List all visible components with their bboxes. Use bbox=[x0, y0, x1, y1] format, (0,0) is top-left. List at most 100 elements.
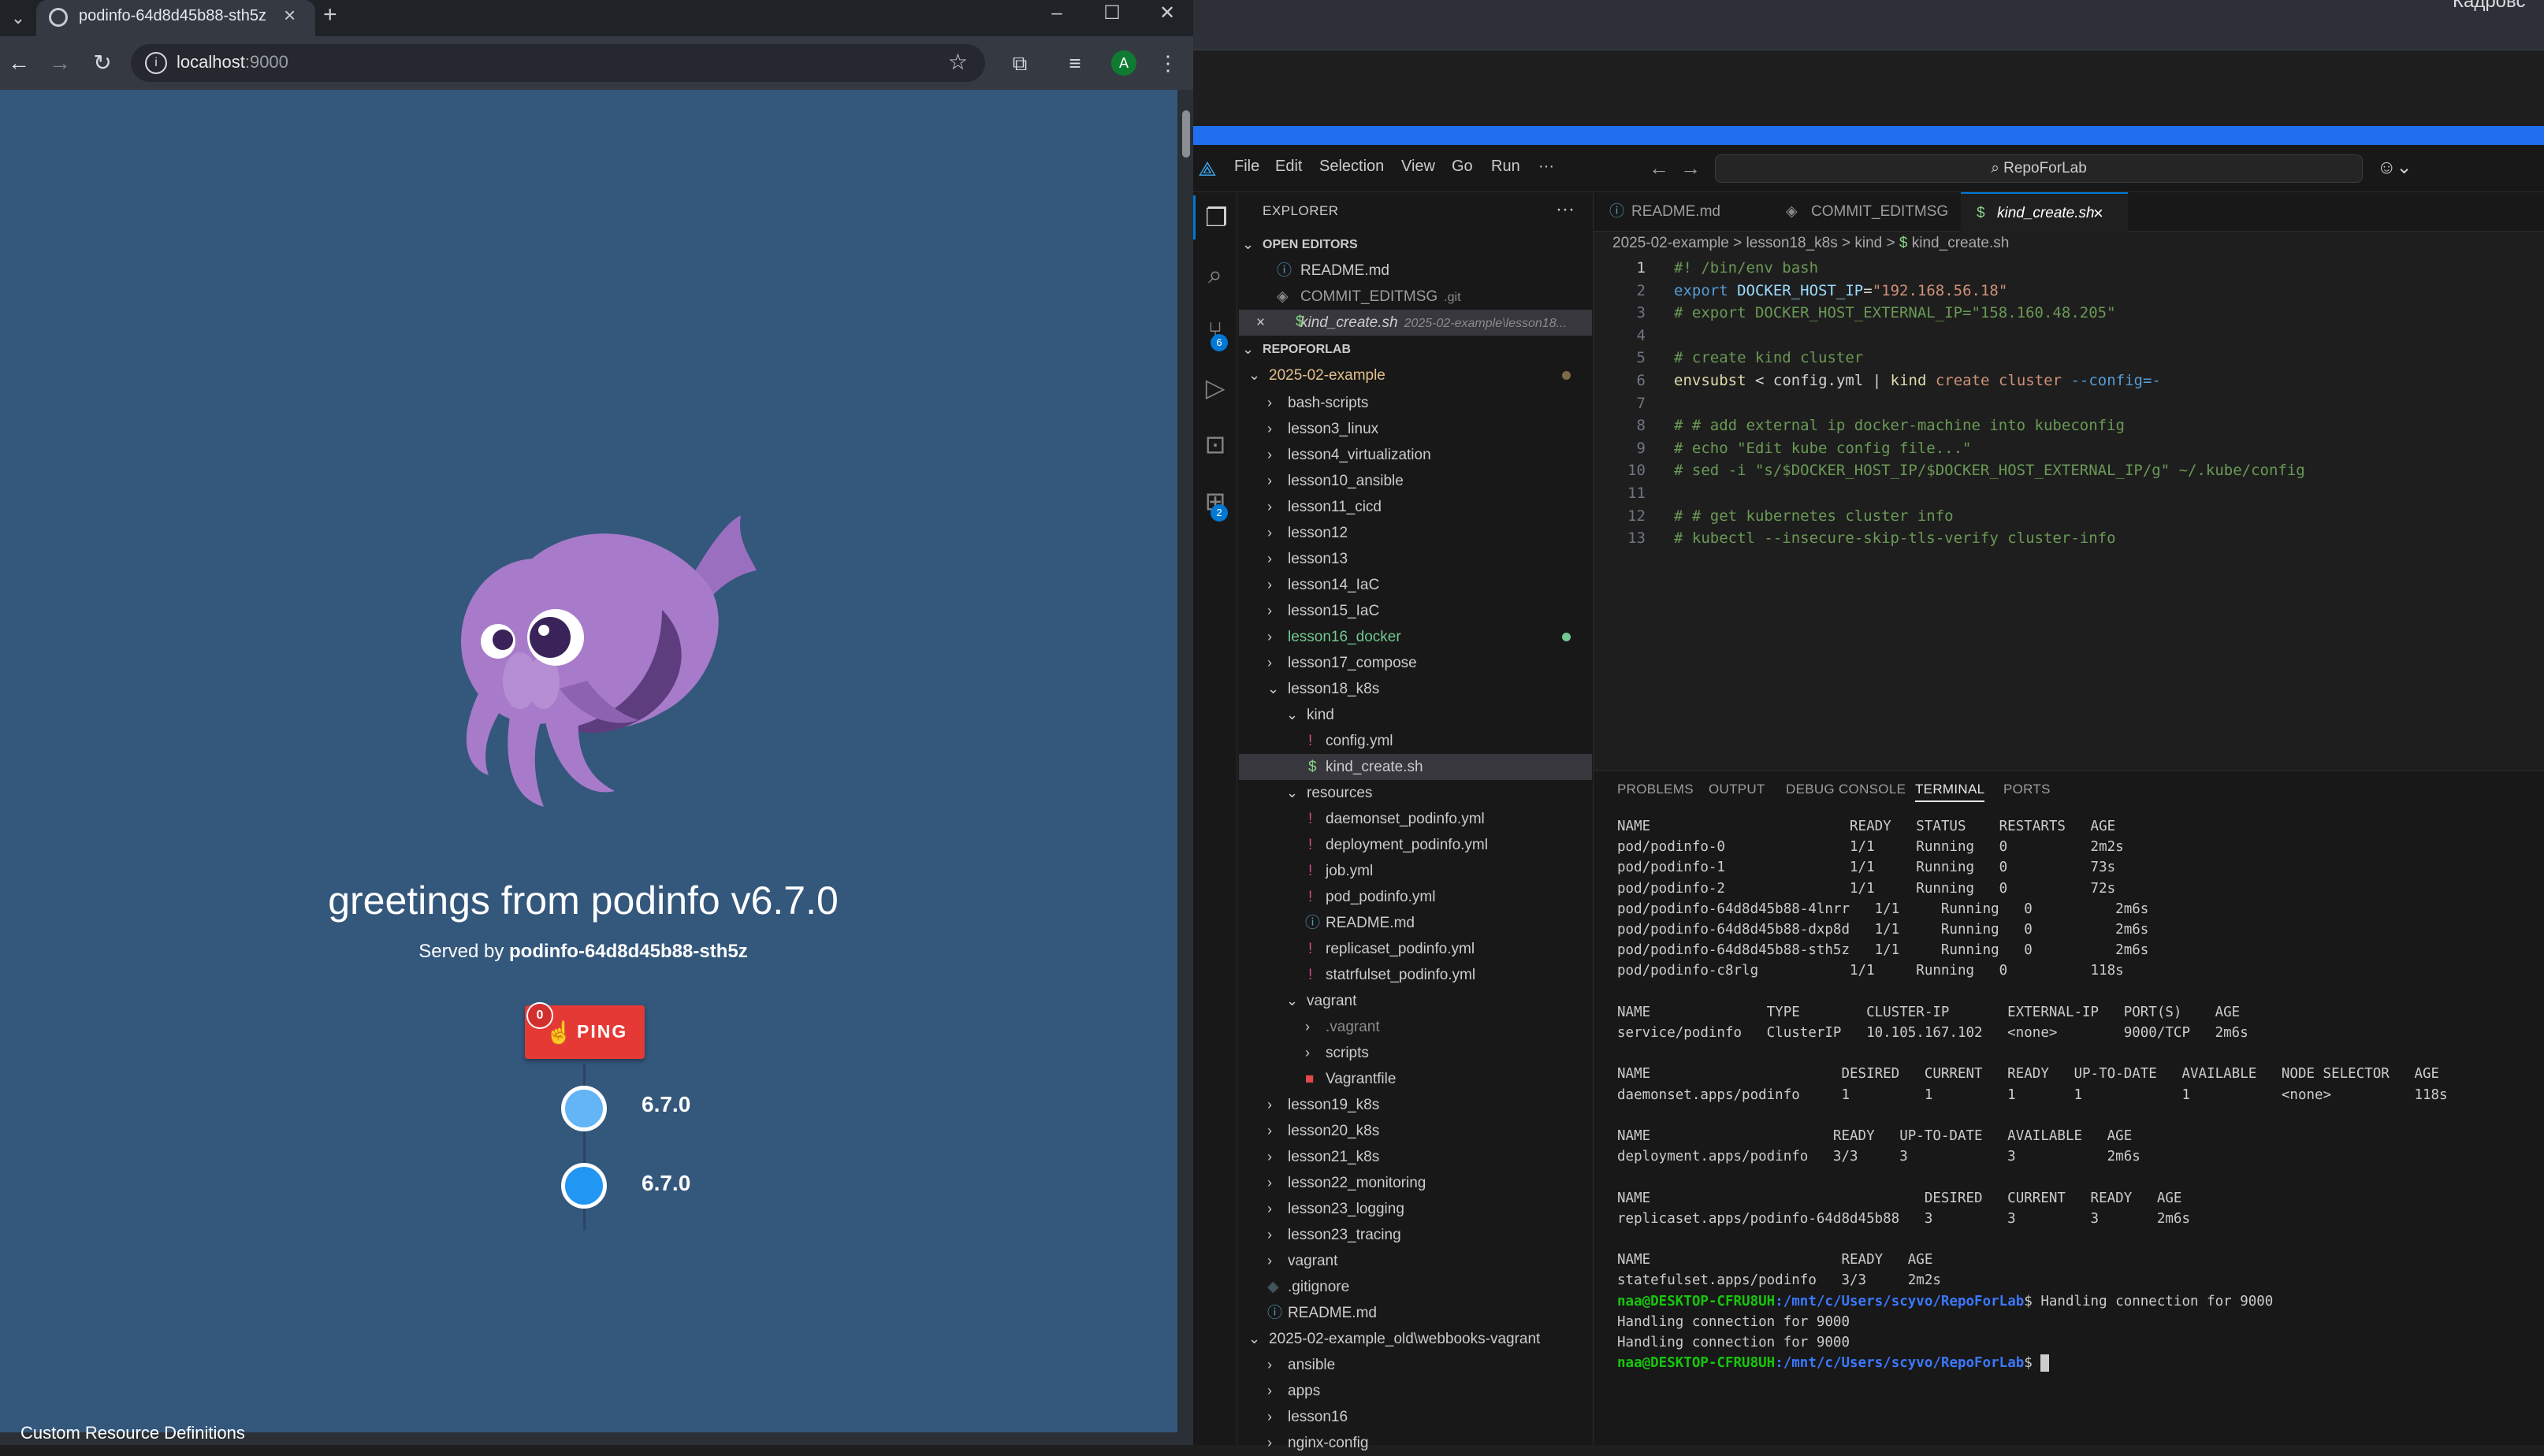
chevron-down-icon[interactable]: ⌄ bbox=[1242, 232, 1254, 258]
chevron-right-icon[interactable]: › bbox=[1267, 1378, 1272, 1404]
breadcrumb-item[interactable]: kind_create.sh bbox=[1912, 235, 2010, 251]
close-window-icon[interactable]: ✕ bbox=[1140, 0, 1195, 27]
open-editor-kind-create[interactable]: × kind_create.sh 2025-02-example\lesson18.… bbox=[1239, 310, 1592, 336]
tree-item[interactable]: › lesson10_ansible bbox=[1239, 468, 1592, 494]
breadcrumb-item[interactable]: kind bbox=[1854, 235, 1882, 251]
code-line[interactable]: 8 # # add external ip docker-machine into… bbox=[1594, 414, 2544, 437]
chevron-right-icon[interactable]: › bbox=[1267, 624, 1272, 650]
code-line[interactable]: 11 bbox=[1594, 482, 2544, 505]
tree-item[interactable]: › lesson12 bbox=[1239, 520, 1592, 546]
chevron-right-icon[interactable]: › bbox=[1267, 1352, 1272, 1378]
panel-tab-ports[interactable]: PORTS bbox=[2003, 782, 2051, 797]
copilot-icon[interactable]: ☺⌄ bbox=[2377, 156, 2412, 179]
tree-item[interactable]: › lesson4_virtualization bbox=[1239, 442, 1592, 468]
extensions-icon[interactable]: ⧉ bbox=[1004, 47, 1036, 79]
code-line[interactable]: 1 #! /bin/env bash bbox=[1594, 257, 2544, 280]
open-editor-readme[interactable]: ⓘ README.md bbox=[1239, 258, 1592, 284]
tree-item[interactable]: $ kind_create.sh bbox=[1239, 754, 1592, 780]
code-line[interactable]: 9 # echo "Edit kube config file..." bbox=[1594, 437, 2544, 460]
tree-item[interactable]: › lesson20_k8s bbox=[1239, 1118, 1592, 1144]
reload-icon[interactable]: ↻ bbox=[87, 47, 118, 79]
code-line[interactable]: 3 # export DOCKER_HOST_EXTERNAL_IP="158.1… bbox=[1594, 302, 2544, 325]
run-debug-icon[interactable]: ▷ bbox=[1193, 366, 1237, 410]
repo-section[interactable]: ⌄ REPOFORLAB bbox=[1239, 336, 1592, 362]
tree-item[interactable]: › lesson19_k8s bbox=[1239, 1092, 1592, 1118]
tree-item[interactable]: › bash-scripts bbox=[1239, 390, 1592, 416]
chevron-right-icon[interactable]: › bbox=[1267, 1196, 1272, 1222]
menu-edit[interactable]: Edit bbox=[1275, 158, 1302, 176]
chevron-right-icon[interactable]: › bbox=[1267, 416, 1272, 442]
more-actions-icon[interactable]: ··· bbox=[1556, 199, 1575, 221]
chevron-right-icon[interactable]: › bbox=[1267, 1222, 1272, 1248]
tree-item[interactable]: › nginx-config bbox=[1239, 1430, 1592, 1456]
tree-item[interactable]: › lesson17_compose bbox=[1239, 650, 1592, 676]
site-info-icon[interactable]: i bbox=[145, 52, 167, 74]
chevron-right-icon[interactable]: › bbox=[1267, 1092, 1272, 1118]
code-line[interactable]: 6 envsubst < config.yml | kind create clu… bbox=[1594, 370, 2544, 392]
chevron-down-icon[interactable]: ⌄ bbox=[1248, 362, 1260, 388]
code-line[interactable]: 12 # # get kubernetes cluster info bbox=[1594, 505, 2544, 528]
forward-arrow-icon[interactable]: → bbox=[44, 47, 76, 79]
chevron-right-icon[interactable]: › bbox=[1267, 1430, 1272, 1456]
code-line[interactable]: 5 # create kind cluster bbox=[1594, 347, 2544, 370]
new-tab-icon[interactable]: + bbox=[323, 2, 337, 28]
tree-item[interactable]: ⌄ lesson18_k8s bbox=[1239, 676, 1592, 702]
breadcrumb-item[interactable]: lesson18_k8s bbox=[1746, 235, 1838, 251]
menu-go[interactable]: Go bbox=[1452, 158, 1473, 176]
chrome-menu-icon[interactable]: ⋮ bbox=[1152, 47, 1184, 79]
code-line[interactable]: 2 export DOCKER_HOST_IP="192.168.56.18" bbox=[1594, 280, 2544, 303]
chevron-down-icon[interactable]: ⌄ bbox=[1242, 336, 1254, 362]
page-scrollbar[interactable] bbox=[1177, 90, 1193, 1432]
open-editor-commit-editmsg[interactable]: ◈ COMMIT_EDITMSG .git bbox=[1239, 284, 1592, 310]
chevron-right-icon[interactable]: › bbox=[1267, 598, 1272, 624]
chevron-down-icon[interactable]: ⌄ bbox=[1286, 988, 1298, 1014]
tree-item[interactable]: › .vagrant bbox=[1239, 1014, 1592, 1040]
close-tab-icon[interactable]: × bbox=[2093, 194, 2103, 233]
panel-tab-terminal[interactable]: TERMINAL bbox=[1915, 782, 1985, 802]
nav-forward-icon[interactable]: → bbox=[1680, 156, 1701, 180]
chevron-right-icon[interactable]: › bbox=[1267, 390, 1272, 416]
media-controls-icon[interactable]: ≡ bbox=[1059, 47, 1091, 79]
tab-kind-create[interactable]: $ kind_create.sh × bbox=[1961, 192, 2128, 232]
menu-more[interactable]: ··· bbox=[1538, 158, 1554, 176]
command-center[interactable]: ⌕ RepoForLab bbox=[1715, 154, 2363, 183]
tree-item[interactable]: › lesson16 bbox=[1239, 1404, 1592, 1430]
chevron-right-icon[interactable]: › bbox=[1267, 442, 1272, 468]
chevron-right-icon[interactable]: › bbox=[1267, 572, 1272, 598]
chevron-right-icon[interactable]: › bbox=[1267, 546, 1272, 572]
maximize-icon[interactable]: ☐ bbox=[1084, 0, 1140, 27]
minimize-icon[interactable]: – bbox=[1029, 0, 1084, 27]
remote-explorer-icon[interactable]: ⊡ bbox=[1193, 422, 1237, 466]
chevron-right-icon[interactable]: › bbox=[1267, 520, 1272, 546]
search-icon[interactable]: ⌕ bbox=[1193, 252, 1237, 296]
tree-item[interactable]: › lesson23_tracing bbox=[1239, 1222, 1592, 1248]
breadcrumb-item[interactable]: 2025-02-example bbox=[1612, 235, 1729, 251]
tree-item[interactable]: ! job.yml bbox=[1239, 858, 1592, 884]
profile-avatar[interactable]: A bbox=[1111, 50, 1136, 76]
code-line[interactable]: 4 bbox=[1594, 325, 2544, 347]
tab-commit-editmsg[interactable]: ◈ COMMIT_EDITMSG bbox=[1770, 192, 1961, 232]
panel-tab-debug-console[interactable]: DEBUG CONSOLE bbox=[1786, 782, 1906, 797]
tree-item[interactable]: › lesson22_monitoring bbox=[1239, 1170, 1592, 1196]
menu-file[interactable]: File bbox=[1234, 158, 1259, 176]
tree-item[interactable]: › lesson11_cicd bbox=[1239, 494, 1592, 520]
tree-item[interactable]: ! replicaset_podinfo.yml bbox=[1239, 936, 1592, 962]
chevron-right-icon[interactable]: › bbox=[1267, 1144, 1272, 1170]
bookmark-star-icon[interactable]: ☆ bbox=[948, 49, 968, 75]
chevron-down-icon[interactable]: ⌄ bbox=[1248, 1326, 1260, 1352]
tab-search-icon[interactable]: ⌄ bbox=[5, 5, 32, 32]
tree-item[interactable]: ! statrfulset_podinfo.yml bbox=[1239, 962, 1592, 988]
tab-readme[interactable]: ⓘ README.md bbox=[1594, 192, 1770, 232]
chevron-right-icon[interactable]: › bbox=[1267, 650, 1272, 676]
explorer-icon[interactable]: ❐ bbox=[1193, 195, 1237, 240]
chevron-right-icon[interactable]: › bbox=[1267, 1404, 1272, 1430]
tree-item[interactable]: › lesson3_linux bbox=[1239, 416, 1592, 442]
tree-item[interactable]: › lesson15_IaC bbox=[1239, 598, 1592, 624]
tree-item[interactable]: ⌄ kind bbox=[1239, 702, 1592, 728]
tree-item[interactable]: › lesson16_docker bbox=[1239, 624, 1592, 650]
tree-item[interactable]: › lesson23_logging bbox=[1239, 1196, 1592, 1222]
tree-item[interactable]: › lesson13 bbox=[1239, 546, 1592, 572]
tree-item[interactable]: ! config.yml bbox=[1239, 728, 1592, 754]
menu-selection[interactable]: Selection bbox=[1319, 158, 1384, 176]
chevron-down-icon[interactable]: ⌄ bbox=[1286, 702, 1298, 728]
